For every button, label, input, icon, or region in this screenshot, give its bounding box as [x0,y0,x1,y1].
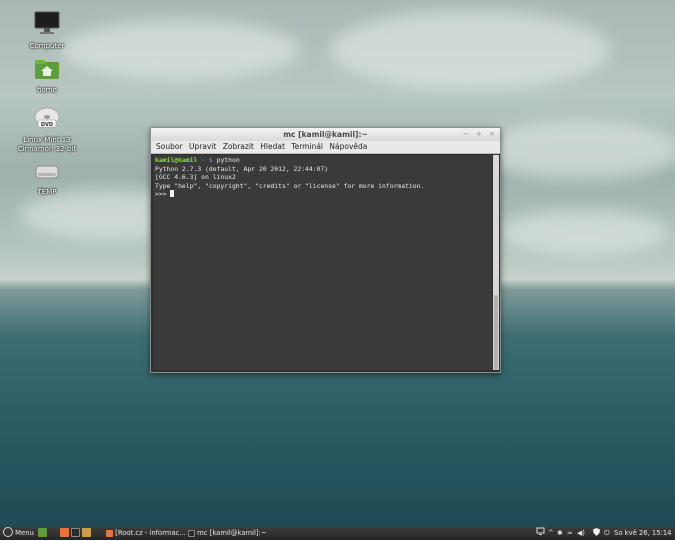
folder-icon [82,528,91,537]
task-label: mc [kamil@kamil]:~ [197,529,267,537]
dvd-icon: DVD [15,106,79,134]
menu-label: Menu [15,529,34,537]
desktop-icon-computer[interactable]: Computer [15,10,79,51]
output-line: Python 2.7.3 (default, Apr 20 2012, 22:4… [155,164,329,173]
drive-icon [15,162,79,186]
terminal-window[interactable]: mc [kamil@kamil]:~ − + × Soubor Upravit … [150,127,501,373]
desktop-icon-label: TEMP [37,188,57,196]
show-desktop-icon [38,528,47,537]
firefox-icon [60,528,69,537]
task-terminal[interactable]: mc [kamil@kamil]:~ [186,528,278,539]
bluetooth-icon[interactable]: ✱ [557,527,563,540]
menu-napoveda[interactable]: Nápověda [329,142,367,151]
show-desktop-launcher[interactable] [38,527,47,540]
menu-upravit[interactable]: Upravit [189,142,216,151]
window-title: mc [kamil@kamil]:~ [283,130,368,139]
menu-hledat[interactable]: Hledat [260,142,285,151]
expand-tray-icon[interactable]: ^ [548,527,554,540]
terminal-output[interactable]: kamil@kamil ~ $ python Python 2.7.3 (def… [153,155,492,370]
desktop-icon-label: Linux Mint 13 Cinnamon 32-bit [17,136,77,153]
window-titlebar[interactable]: mc [kamil@kamil]:~ − + × [151,128,500,141]
output-line: Type "help", "copyright", "credits" or "… [155,181,425,190]
taskbar: Menu [Root.cz - informac... mc [kamil@ka… [0,527,675,540]
maximize-button[interactable]: + [476,130,482,138]
task-label: [Root.cz - informac... [115,529,186,537]
menu-soubor[interactable]: Soubor [156,142,183,151]
text-cursor [170,190,175,197]
scrollbar[interactable] [493,155,499,370]
desktop-icon-temp[interactable]: TEMP [15,162,79,197]
browser-task-icon [106,530,113,537]
minimize-button[interactable]: − [463,130,469,138]
network-icon[interactable] [536,527,545,540]
scrollbar-thumb[interactable] [494,295,498,370]
files-launcher[interactable] [82,527,91,540]
terminal-icon [71,528,80,537]
power-icon[interactable]: ⏻ [604,527,609,540]
desktop: Computer home DVD Linux Mint 13 Cinnamon… [0,0,675,527]
prompt-user: kamil@kamil [155,156,198,164]
repl-prompt: >>> [155,190,167,198]
mint-menu-icon [3,527,13,537]
wifi-icon[interactable]: ≈ [567,527,573,540]
terminal-prompt-line: kamil@kamil ~ $ python [155,156,490,165]
desktop-icon-home[interactable]: home [15,58,79,95]
repl-line: >>> [155,190,490,199]
clock[interactable]: So kvě 26, 15:14 [614,527,672,540]
terminal-task-icon [188,530,195,537]
menu-zobrazit[interactable]: Zobrazit [223,142,254,151]
menu-terminal[interactable]: Terminál [291,142,323,151]
desktop-icon-label: home [37,86,57,94]
prompt-path: ~ $ [201,156,213,164]
output-line: [GCC 4.6.3] on linux2 [155,173,236,181]
desktop-icon-dvd[interactable]: DVD Linux Mint 13 Cinnamon 32-bit [15,106,79,154]
menu-button[interactable]: Menu [3,527,34,540]
command-text: python [216,156,240,164]
monitor-icon [15,10,79,40]
desktop-icon-label: Computer [29,42,65,50]
svg-text:DVD: DVD [41,122,53,128]
close-button[interactable]: × [489,130,495,138]
terminal-launcher[interactable] [71,527,80,540]
shield-icon[interactable] [592,527,601,540]
firefox-launcher[interactable] [60,527,69,540]
task-browser[interactable]: [Root.cz - informac... [104,528,186,539]
menubar: Soubor Upravit Zobrazit Hledat Terminál … [151,141,500,154]
volume-icon[interactable]: ◀) [577,527,585,540]
home-folder-icon [15,58,79,84]
